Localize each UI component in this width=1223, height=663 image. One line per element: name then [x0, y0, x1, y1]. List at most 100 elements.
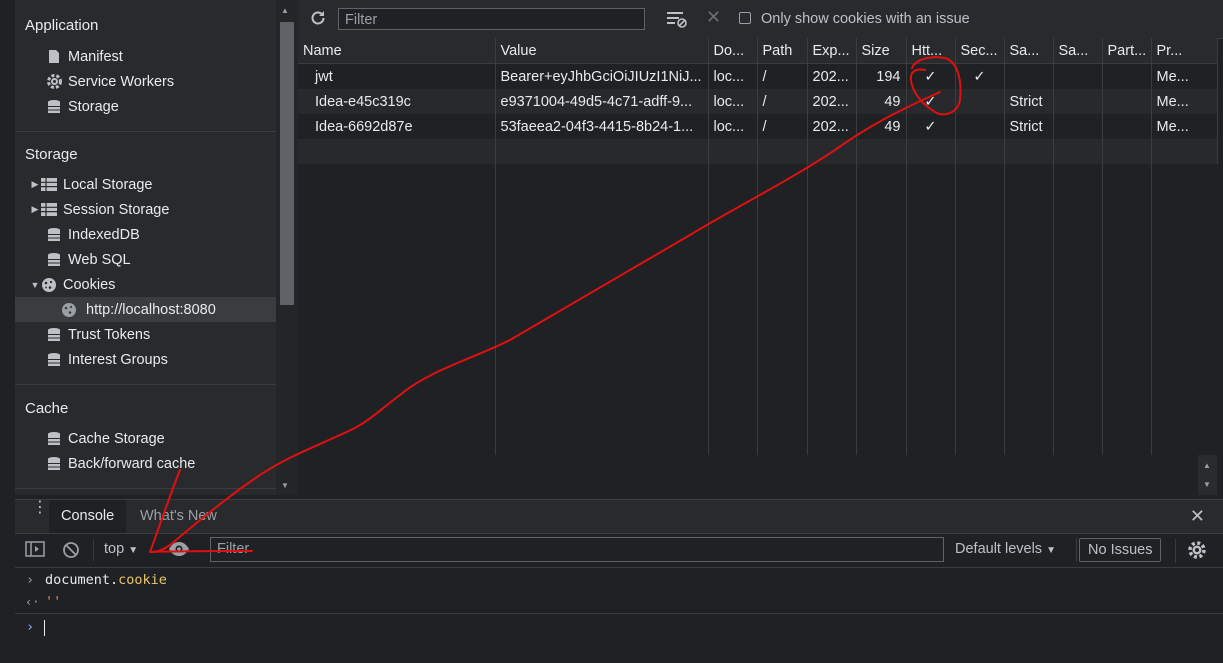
- cell-value: e9371004-49d5-4c71-adff-9...: [495, 89, 709, 114]
- application-sidebar: Application Manifest Service Workers Sto…: [15, 0, 276, 495]
- sidebar-item-storage-overview[interactable]: Storage: [15, 94, 276, 119]
- column-header-expires[interactable]: Exp...: [807, 38, 857, 64]
- close-icon[interactable]: ✕: [706, 7, 721, 28]
- console-filter-input[interactable]: Filter: [210, 537, 944, 562]
- cell-samesite: Strict: [1004, 114, 1054, 139]
- console-input-object: document.: [45, 572, 119, 588]
- cookie-icon: [40, 276, 58, 294]
- context-label: top: [104, 541, 125, 557]
- database-icon: [45, 351, 63, 369]
- console-input-property: cookie: [118, 572, 167, 588]
- sidebar-item-back-forward-cache[interactable]: Back/forward cache: [15, 451, 276, 476]
- cell-priority: Me...: [1151, 63, 1218, 89]
- tab-whats-new[interactable]: What's New: [128, 500, 229, 533]
- sidebar-item-indexeddb[interactable]: IndexedDB: [15, 222, 276, 247]
- cell-priority: Me...: [1151, 89, 1218, 114]
- cell-samesite: [1004, 63, 1054, 89]
- eye-icon[interactable]: [168, 541, 190, 560]
- cell-sameparty: [1053, 63, 1103, 89]
- cell-sameparty: [1053, 114, 1103, 139]
- refresh-icon[interactable]: [309, 9, 327, 30]
- expand-triangle-icon[interactable]: ▶: [30, 179, 40, 190]
- column-header-sameparty[interactable]: Sa...: [1053, 38, 1103, 64]
- sidebar-item-trust-tokens[interactable]: Trust Tokens: [15, 322, 276, 347]
- database-icon: [45, 430, 63, 448]
- column-header-path[interactable]: Path: [757, 38, 808, 64]
- sidebar-item-label: Interest Groups: [68, 351, 168, 368]
- cookies-panel: Filter ✕ Only show cookies with an issue…: [298, 0, 1223, 496]
- cell-size: 194: [856, 63, 907, 89]
- column-header-value[interactable]: Value: [495, 38, 709, 64]
- clear-console-icon[interactable]: [62, 541, 80, 562]
- column-header-secure[interactable]: Sec...: [955, 38, 1005, 64]
- cookie-icon: [60, 301, 78, 319]
- console-settings-gear-icon[interactable]: [1187, 540, 1207, 563]
- prompt-chevron-icon: ›: [26, 619, 35, 635]
- sidebar-item-cookies[interactable]: ▼ Cookies: [15, 272, 276, 297]
- dropdown-arrow-icon: ▼: [128, 545, 139, 556]
- prompt-chevron-icon: ›: [26, 572, 35, 588]
- cell-size: 49: [856, 114, 907, 139]
- cookies-filter-input[interactable]: Filter: [338, 8, 645, 30]
- table-row[interactable]: jwt Bearer+eyJhbGciOiJIUzI1NiJ... loc...…: [298, 63, 1218, 89]
- column-header-domain[interactable]: Do...: [708, 38, 758, 64]
- sidebar-toggle-icon[interactable]: [25, 541, 45, 560]
- text-cursor: [44, 620, 45, 636]
- sidebar-item-cookies-origin[interactable]: http://localhost:8080: [15, 297, 276, 322]
- cell-expires: 202...: [807, 89, 857, 114]
- log-levels-dropdown[interactable]: Default levels ▼: [955, 541, 1056, 557]
- cell-httponly: ✓: [906, 89, 956, 114]
- clear-filtered-cookies-icon[interactable]: [666, 10, 688, 31]
- column-header-size[interactable]: Size: [856, 38, 907, 64]
- issues-button[interactable]: No Issues: [1079, 538, 1162, 562]
- table-row[interactable]: Idea-e45c319c e9371004-49d5-4c71-adff-9.…: [298, 89, 1218, 114]
- table-row[interactable]: Idea-6692d87e 53faeea2-04f3-4415-8b24-1.…: [298, 114, 1218, 139]
- cell-samesite: Strict: [1004, 89, 1054, 114]
- context-selector[interactable]: top ▼: [104, 541, 138, 557]
- tab-console[interactable]: Console: [49, 500, 127, 533]
- column-header-priority[interactable]: Pr...: [1151, 38, 1218, 64]
- column-divider: [1102, 138, 1103, 455]
- column-header-samesite[interactable]: Sa...: [1004, 38, 1054, 64]
- sidebar-item-label: Service Workers: [68, 73, 175, 90]
- table-header-row: Name Value Do... Path Exp... Size Htt...…: [298, 38, 1218, 64]
- collapse-triangle-icon[interactable]: ▼: [30, 280, 40, 290]
- drawer-tabbar: ⋮ Console What's New ✕: [15, 499, 1223, 534]
- column-header-name[interactable]: Name: [298, 38, 496, 64]
- column-divider: [708, 138, 709, 455]
- cell-name: Idea-6692d87e: [298, 114, 496, 139]
- scroll-up-icon[interactable]: ▲: [281, 6, 289, 15]
- more-tabs-icon[interactable]: ⋮: [32, 500, 48, 516]
- scroll-up-icon[interactable]: ▲: [1203, 461, 1211, 470]
- sidebar-item-cache-storage[interactable]: Cache Storage: [15, 426, 276, 451]
- column-divider: [495, 138, 496, 455]
- cookies-toolbar: Filter ✕ Only show cookies with an issue: [298, 0, 1223, 39]
- database-icon: [45, 226, 63, 244]
- sidebar-item-local-storage[interactable]: ▶ Local Storage: [15, 172, 276, 197]
- console-toolbar: top ▼ Filter Default levels ▼ No Issues: [15, 533, 1223, 568]
- sidebar-item-label: Cache Storage: [68, 430, 165, 447]
- cell-path: /: [757, 114, 808, 139]
- sidebar-item-interest-groups[interactable]: Interest Groups: [15, 347, 276, 372]
- only-issue-checkbox[interactable]: [739, 12, 751, 24]
- cell-domain: loc...: [708, 114, 758, 139]
- scroll-down-icon[interactable]: ▼: [281, 481, 289, 490]
- column-divider: [807, 138, 808, 455]
- scroll-down-icon[interactable]: ▼: [1203, 480, 1211, 489]
- close-drawer-icon[interactable]: ✕: [1190, 506, 1205, 527]
- sidebar-item-label: Session Storage: [63, 201, 170, 218]
- drawer: ⋮ Console What's New ✕ top ▼ Filter Defa…: [15, 495, 1223, 663]
- expand-triangle-icon[interactable]: ▶: [30, 204, 40, 215]
- console-prompt-line[interactable]: ›: [15, 616, 1223, 638]
- sidebar-item-service-workers[interactable]: Service Workers: [15, 69, 276, 94]
- console-input-line: › document.cookie: [15, 569, 1223, 591]
- sidebar-scrollbar[interactable]: ▲ ▼: [276, 0, 298, 495]
- sidebar-item-session-storage[interactable]: ▶ Session Storage: [15, 197, 276, 222]
- only-issue-label: Only show cookies with an issue: [761, 11, 970, 27]
- scrollbar-thumb[interactable]: [280, 22, 294, 305]
- column-header-httponly[interactable]: Htt...: [906, 38, 956, 64]
- sidebar-item-manifest[interactable]: Manifest: [15, 44, 276, 69]
- column-header-partition-key[interactable]: Part...: [1102, 38, 1152, 64]
- table-scrollbar[interactable]: ▲ ▼: [1198, 455, 1217, 495]
- sidebar-item-web-sql[interactable]: Web SQL: [15, 247, 276, 272]
